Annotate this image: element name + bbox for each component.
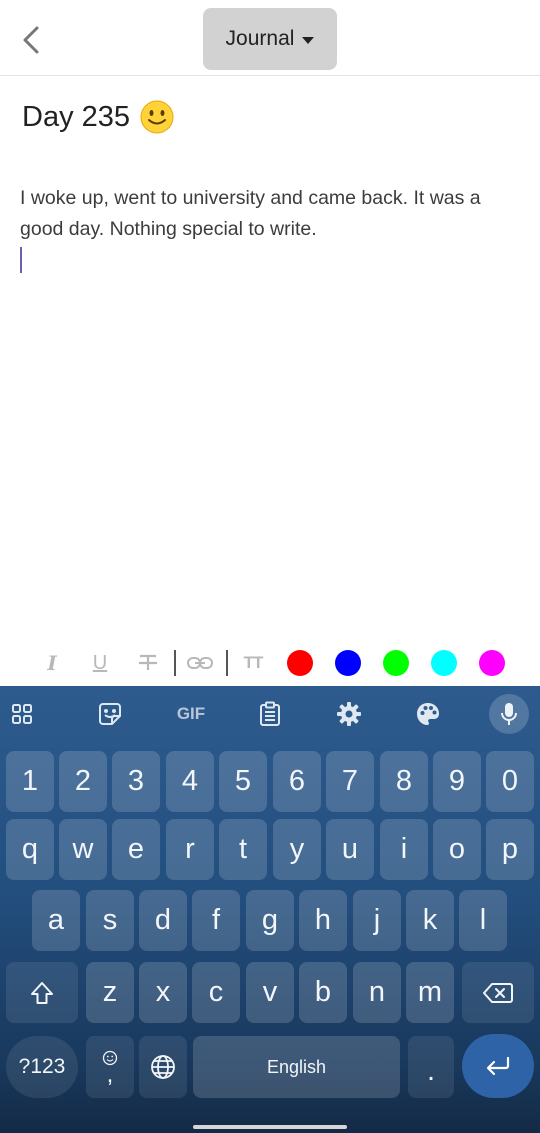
home-indicator[interactable] [193,1125,347,1129]
palette-icon [417,703,439,725]
key-b[interactable]: b [299,962,347,1023]
link-icon [187,657,213,669]
theme-button[interactable] [410,696,446,732]
key-6[interactable]: 6 [273,751,321,812]
sticker-button[interactable] [92,696,128,732]
soft-keyboard: GIF 1 2 3 4 5 6 7 8 9 0 q w e r t y u i … [0,686,540,1133]
symbols-key[interactable]: ?123 [6,1036,78,1098]
globe-icon [151,1055,175,1079]
key-g[interactable]: g [246,890,294,951]
key-v[interactable]: v [246,962,294,1023]
key-u[interactable]: u [326,819,374,880]
key-o[interactable]: o [433,819,481,880]
key-7[interactable]: 7 [326,751,374,812]
key-8[interactable]: 8 [380,751,428,812]
enter-icon [486,1056,510,1076]
period-key[interactable]: . [408,1036,454,1098]
key-y[interactable]: y [273,819,321,880]
key-4[interactable]: 4 [166,751,214,812]
key-t[interactable]: t [219,819,267,880]
key-r[interactable]: r [166,819,214,880]
key-f[interactable]: f [192,890,240,951]
space-bar[interactable]: English [193,1036,400,1098]
toolbar-divider [226,650,228,676]
key-3[interactable]: 3 [112,751,160,812]
caret-down-icon [302,36,315,44]
key-h[interactable]: h [299,890,347,951]
app-header: Journal [0,0,540,76]
underline-button[interactable]: U [86,648,114,678]
shift-key[interactable] [6,962,78,1023]
color-cyan-button[interactable] [431,650,457,676]
chevron-left-icon [23,26,39,54]
backspace-icon [483,982,513,1003]
key-j[interactable]: j [353,890,401,951]
color-green-button[interactable] [383,650,409,676]
settings-gear-icon [337,702,361,726]
color-magenta-button[interactable] [479,650,505,676]
enter-key[interactable] [462,1034,534,1098]
backspace-key[interactable] [462,962,534,1023]
slightly-smiling-face-icon[interactable] [140,100,174,134]
strikethrough-icon [139,654,157,670]
key-n[interactable]: n [353,962,401,1023]
settings-button[interactable] [331,696,367,732]
text-size-button[interactable]: TT [238,648,268,678]
apps-grid-icon [12,704,32,724]
key-2[interactable]: 2 [59,751,107,812]
key-1[interactable]: 1 [6,751,54,812]
color-blue-button[interactable] [335,650,361,676]
key-a[interactable]: a [32,890,80,951]
italic-button[interactable]: I [38,648,66,678]
shift-icon [31,981,53,1004]
key-w[interactable]: w [59,819,107,880]
key-q[interactable]: q [6,819,54,880]
language-key[interactable] [139,1036,187,1098]
back-button[interactable] [14,22,48,58]
key-x[interactable]: x [139,962,187,1023]
entry-title[interactable]: Day 235 [22,101,130,134]
journal-dropdown-label: Journal [225,27,295,50]
comma-key[interactable]: , [86,1036,134,1098]
strikethrough-button[interactable] [134,648,162,678]
apps-grid-button[interactable] [4,696,40,732]
key-9[interactable]: 9 [433,751,481,812]
key-0[interactable]: 0 [486,751,534,812]
key-e[interactable]: e [112,819,160,880]
keyboard-toolbar: GIF [0,686,540,742]
link-button[interactable] [184,648,216,678]
journal-dropdown[interactable]: Journal [203,8,337,70]
key-s[interactable]: s [86,890,134,951]
entry-title-row: Day 235 [22,100,174,134]
entry-body-editor[interactable]: I woke up, went to university and came b… [20,183,525,245]
key-m[interactable]: m [406,962,454,1023]
format-toolbar: I U TT [0,640,540,686]
gif-button[interactable]: GIF [171,696,211,732]
toolbar-divider [174,650,176,676]
key-d[interactable]: d [139,890,187,951]
key-k[interactable]: k [406,890,454,951]
text-cursor [20,247,22,273]
key-i[interactable]: i [380,819,428,880]
comma-label: , [106,1061,114,1088]
key-z[interactable]: z [86,962,134,1023]
clipboard-button[interactable] [252,696,288,732]
key-c[interactable]: c [192,962,240,1023]
sticker-icon [99,703,121,725]
color-red-button[interactable] [287,650,313,676]
key-p[interactable]: p [486,819,534,880]
microphone-icon [501,703,517,725]
key-5[interactable]: 5 [219,751,267,812]
voice-input-button[interactable] [489,694,529,734]
clipboard-icon [260,701,280,726]
key-l[interactable]: l [459,890,507,951]
